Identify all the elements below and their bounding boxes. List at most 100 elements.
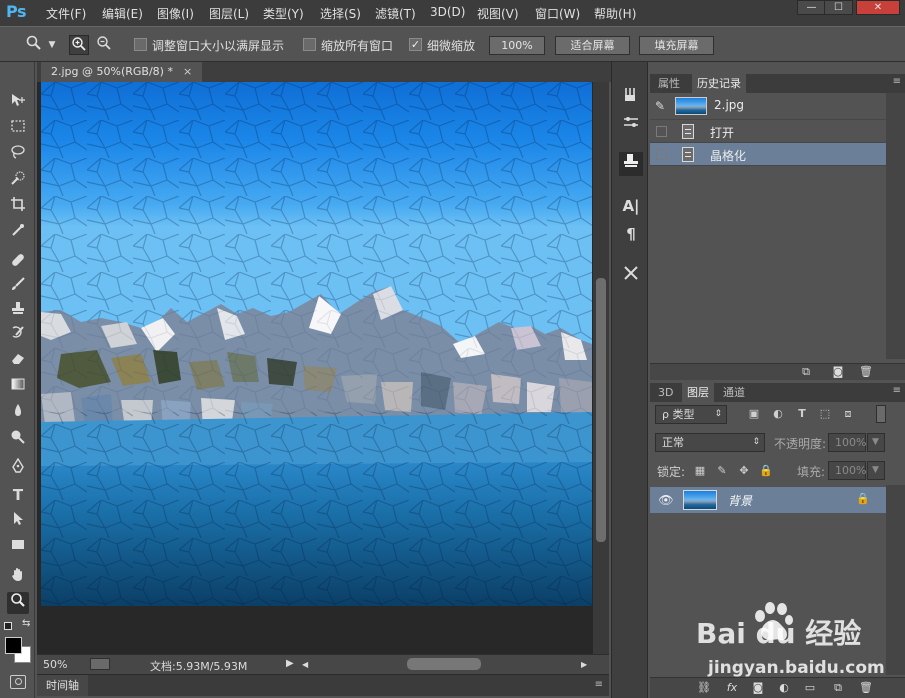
menu-select[interactable]: 选择(S)	[320, 5, 361, 22]
history-item[interactable]: 晶格化	[650, 143, 886, 166]
pen-tool-icon[interactable]	[7, 457, 29, 480]
camera-snapshot-icon[interactable]: ◙	[830, 365, 846, 379]
scrubby-zoom-checkbox[interactable]: ✓	[409, 38, 422, 51]
foreground-color-swatch[interactable]	[5, 637, 22, 654]
horizontal-scroll-thumb[interactable]	[407, 658, 481, 670]
close-button[interactable]: ✕	[856, 0, 900, 15]
maximize-button[interactable]: ☐	[824, 0, 853, 15]
zoom-tool-preset-icon[interactable]	[24, 35, 44, 55]
menu-layer[interactable]: 图层(L)	[209, 5, 249, 22]
trash-icon[interactable]: 🗑	[858, 365, 874, 379]
scroll-right-icon[interactable]: ▶	[581, 660, 587, 669]
zoom-level[interactable]: 50%	[43, 658, 67, 671]
clone-stamp-tool-icon[interactable]	[7, 300, 29, 322]
blend-mode-select[interactable]: 正常 ⇕	[655, 433, 765, 452]
timeline-tab[interactable]: 时间轴	[37, 675, 88, 696]
eraser-tool-icon[interactable]	[7, 350, 29, 372]
history-snapshot[interactable]: ✎ 2.jpg	[650, 93, 886, 120]
menu-edit[interactable]: 编辑(E)	[102, 5, 143, 22]
tab-3d[interactable]: 3D	[653, 383, 678, 402]
crystallized-image[interactable]	[41, 82, 592, 606]
lock-position-icon[interactable]: ✥	[736, 463, 752, 479]
close-document-icon[interactable]: ×	[183, 65, 192, 78]
zoom-out-icon[interactable]	[94, 35, 114, 55]
scroll-left-icon[interactable]: ◀	[302, 660, 308, 669]
tab-layers[interactable]: 图层	[682, 383, 714, 402]
dodge-tool-icon[interactable]	[7, 428, 29, 450]
default-colors-icon[interactable]	[4, 622, 12, 630]
filter-smart-object-icon[interactable]: ⧈	[840, 406, 856, 422]
hand-tool-icon[interactable]	[7, 566, 29, 588]
resize-windows-checkbox[interactable]	[134, 38, 147, 51]
layer-filter-select[interactable]: ρ 类型 ⇕	[655, 405, 727, 424]
fill-screen-button[interactable]: 填充屏幕	[639, 36, 714, 55]
healing-brush-tool-icon[interactable]	[7, 252, 29, 274]
eyedropper-tool-icon[interactable]	[7, 222, 29, 244]
filter-shape-icon[interactable]: ⬚	[817, 406, 833, 422]
lock-all-icon[interactable]: 🔒	[758, 463, 774, 479]
opacity-dropdown-icon[interactable]: ▼	[867, 433, 885, 452]
zoom-100-button[interactable]: 100%	[489, 36, 545, 55]
zoom-tool-icon[interactable]	[7, 592, 29, 614]
history-brush-source-icon[interactable]: ✎	[655, 99, 665, 113]
character-panel-icon[interactable]: A|	[619, 194, 643, 218]
menu-file[interactable]: 文件(F)	[46, 5, 86, 22]
status-toggle-icon[interactable]	[90, 658, 110, 670]
layers-panel-menu-icon[interactable]: ≡	[893, 385, 901, 396]
menu-view[interactable]: 视图(V)	[477, 5, 519, 22]
filter-adjustment-icon[interactable]: ◐	[770, 406, 786, 422]
new-document-from-state-icon[interactable]: ⧉	[798, 365, 814, 379]
move-tool-icon[interactable]	[7, 92, 29, 114]
opacity-input[interactable]: 100%	[828, 433, 866, 452]
vertical-scroll-thumb[interactable]	[596, 278, 606, 542]
quick-selection-tool-icon[interactable]	[7, 170, 29, 192]
clone-source-panel-icon[interactable]	[619, 152, 643, 176]
blur-tool-icon[interactable]	[7, 402, 29, 424]
brush-presets-panel-icon[interactable]	[619, 114, 643, 138]
history-panel-menu-icon[interactable]: ≡	[893, 76, 901, 87]
swap-colors-icon[interactable]: ⇆	[22, 618, 30, 629]
history-item[interactable]: 打开	[650, 120, 886, 143]
timeline-menu-icon[interactable]: ≡	[595, 679, 603, 690]
menu-window[interactable]: 窗口(W)	[535, 5, 580, 22]
layer-name[interactable]: 背景	[728, 492, 752, 509]
rectangle-tool-icon[interactable]	[7, 536, 29, 558]
fit-screen-button[interactable]: 适合屏幕	[555, 36, 630, 55]
menu-image[interactable]: 图像(I)	[157, 5, 194, 22]
path-selection-tool-icon[interactable]	[7, 510, 29, 532]
status-menu-arrow-icon[interactable]: ▶	[286, 658, 294, 669]
paragraph-panel-icon[interactable]: ¶	[619, 222, 643, 246]
document-tab[interactable]: 2.jpg @ 50%(RGB/8) * ×	[41, 62, 203, 82]
zoom-in-icon[interactable]	[69, 35, 89, 55]
fill-input[interactable]: 100%	[828, 461, 866, 480]
menu-help[interactable]: 帮助(H)	[594, 5, 636, 22]
layer-row-background[interactable]: 👁 背景 🔒	[650, 487, 886, 513]
lock-transparent-pixels-icon[interactable]: ▦	[692, 463, 708, 479]
filter-toggle[interactable]	[876, 405, 886, 423]
lasso-tool-icon[interactable]	[7, 144, 29, 166]
tab-channels[interactable]: 通道	[718, 383, 750, 402]
history-state-checkbox[interactable]	[656, 149, 667, 160]
tool-presets-panel-icon[interactable]	[619, 264, 643, 288]
history-state-checkbox[interactable]	[656, 126, 667, 137]
brush-tool-icon[interactable]	[7, 276, 29, 298]
type-tool-icon[interactable]: T	[7, 484, 29, 506]
tab-properties[interactable]: 属性	[653, 74, 685, 93]
menu-3d[interactable]: 3D(D)	[430, 5, 465, 19]
filter-pixel-icon[interactable]: ▣	[746, 406, 762, 422]
zoom-all-checkbox[interactable]	[303, 38, 316, 51]
gradient-tool-icon[interactable]	[7, 376, 29, 398]
filter-type-icon[interactable]: T	[794, 406, 810, 422]
history-brush-panel-icon[interactable]	[619, 86, 643, 110]
preset-dropdown-icon[interactable]: ▼	[42, 35, 62, 55]
lock-image-pixels-icon[interactable]: ✎	[714, 463, 730, 479]
eye-icon[interactable]: 👁	[658, 492, 674, 508]
quick-mask-icon[interactable]	[10, 675, 26, 689]
crop-tool-icon[interactable]	[7, 196, 29, 218]
marquee-tool-icon[interactable]	[7, 118, 29, 140]
tab-history[interactable]: 历史记录	[692, 74, 746, 93]
history-brush-tool-icon[interactable]	[7, 324, 29, 346]
minimize-button[interactable]: —	[797, 0, 826, 15]
fill-dropdown-icon[interactable]: ▼	[867, 461, 885, 480]
history-scrollbar[interactable]	[886, 93, 905, 359]
